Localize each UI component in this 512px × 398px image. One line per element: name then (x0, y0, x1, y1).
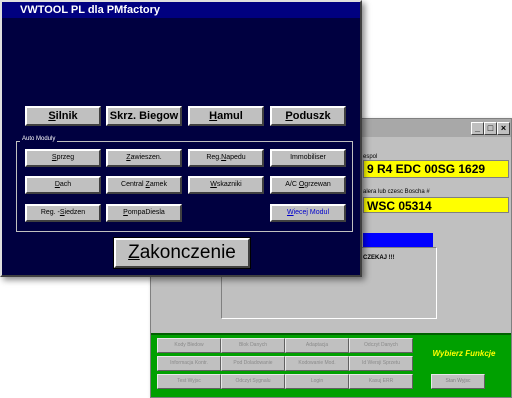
seat-control-button[interactable]: Reg. -Siedzen (25, 204, 101, 222)
roof-button[interactable]: Dach (25, 176, 101, 194)
choose-function-label: Wybierz Funkcje (432, 349, 496, 358)
close-icon[interactable]: × (497, 122, 510, 135)
adaptation-button[interactable]: Adaptacja (285, 338, 349, 353)
window-title: VWTOOL PL dla PMfactory (20, 4, 160, 16)
clutch-button[interactable]: Sprzeg (25, 149, 101, 167)
more-modules-button[interactable]: Wiecej Modul (270, 204, 346, 222)
minimize-icon[interactable]: _ (471, 122, 484, 135)
function-panel: Kody Bledow Blok Danych Adaptacja Odczyt… (151, 333, 511, 397)
suspension-button[interactable]: Zawieszen. (106, 149, 182, 167)
main-window-titlebar[interactable]: VWTOOL PL dla PMfactory (2, 2, 360, 18)
airbag-button[interactable]: Poduszk (270, 106, 346, 126)
diesel-pump-button[interactable]: PompaDiesla (106, 204, 182, 222)
part-number-label: alera lub czesc Boscha # (363, 189, 430, 195)
part-number-field: WSC 05314 (363, 197, 509, 213)
clear-errors-button[interactable]: Kasuj ERR (349, 374, 413, 389)
boost-button[interactable]: Pod Doladowanie (221, 356, 285, 371)
fault-codes-button[interactable]: Kody Bledow (157, 338, 221, 353)
output-state-button[interactable]: Stan Wyjsc (431, 374, 485, 389)
progress-bar (363, 233, 433, 248)
engine-button[interactable]: Silnik (25, 106, 101, 126)
auto-modules-label: Auto Moduly (20, 136, 58, 142)
control-unit-field: 9 R4 EDC 00SG 1629 (363, 160, 509, 178)
central-lock-button[interactable]: Central Zamek (106, 176, 182, 194)
brakes-button[interactable]: Hamul (188, 106, 264, 126)
output-test-button[interactable]: Test Wyjsc (157, 374, 221, 389)
ac-heating-button[interactable]: A/C Ogrzewan (270, 176, 346, 194)
hardware-id-button[interactable]: Id Wersji Sprzetu (349, 356, 413, 371)
exit-button[interactable]: Zakonczenie (113, 237, 251, 269)
maximize-icon[interactable]: □ (484, 122, 497, 135)
drive-control-button[interactable]: Reg.Napedu (188, 149, 264, 167)
module-coding-button[interactable]: Kodowanie Mod. (285, 356, 349, 371)
indicators-button[interactable]: Wskazniki (188, 176, 264, 194)
login-button[interactable]: Login (285, 374, 349, 389)
read-signal-button[interactable]: Odczyt Sygnalu (221, 374, 285, 389)
read-data-button[interactable]: Odczyt Danych (349, 338, 413, 353)
immobiliser-button[interactable]: Immobiliser (270, 149, 346, 167)
data-block-button[interactable]: Blok Danych (221, 338, 285, 353)
gearbox-button[interactable]: Skrz. Biegow (106, 106, 182, 126)
main-window: VWTOOL PL dla PMfactory Silnik Skrz. Bie… (0, 0, 362, 277)
control-info-button[interactable]: Informacja Kontr. (157, 356, 221, 371)
